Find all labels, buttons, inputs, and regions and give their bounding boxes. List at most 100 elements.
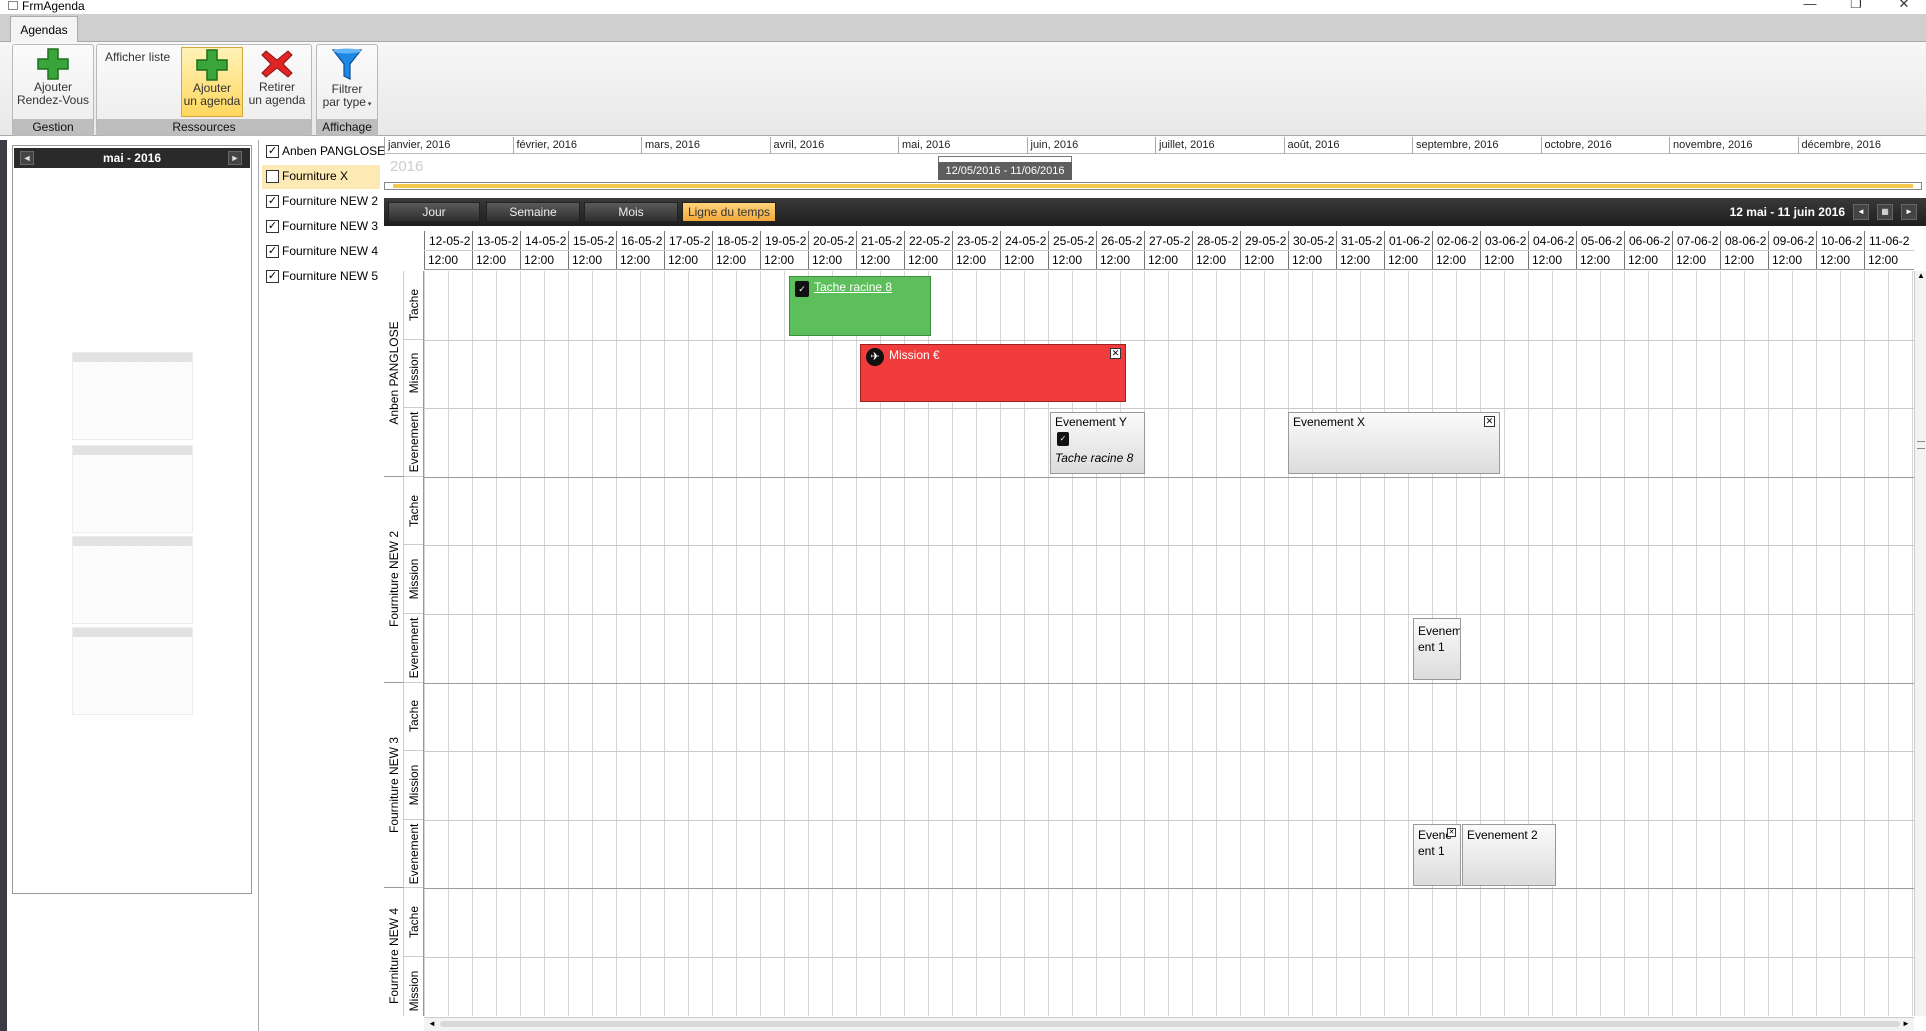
tab-agendas[interactable]: Agendas (10, 16, 78, 43)
grid-vertical-line (1144, 271, 1145, 1016)
month-cell[interactable]: mai, 2016 (898, 137, 1027, 154)
hour-header-cell: 12:00 (1528, 251, 1576, 269)
scroll-right-icon[interactable]: ► (1902, 1019, 1910, 1028)
month-cell[interactable]: février, 2016 (512, 137, 642, 154)
scroll-left-icon[interactable]: ◄ (428, 1019, 436, 1028)
month-cell[interactable]: août, 2016 (1283, 137, 1413, 154)
hour-header-cell: 12:00 (568, 251, 616, 269)
restore-button[interactable]: ❐ (1846, 0, 1866, 12)
month-cell[interactable]: juin, 2016 (1026, 137, 1156, 154)
appointment-evenement-x[interactable]: Evenement X ✕ (1288, 412, 1500, 474)
grid-vertical-line (1888, 271, 1889, 1016)
resource-checkbox[interactable]: ✓ (266, 195, 279, 208)
mini-month-calendar[interactable]: · · · · · · · · · · · · · · · · · · · · · · · · · · · · · · · · · · · · · · · ·… (72, 627, 193, 715)
calendar-picker-button[interactable]: ▦ (1877, 204, 1893, 220)
day-header-cell: 31-05-2 (1336, 231, 1384, 250)
mini-month-days: · · · · · · · · · · · · · · · · · · · · · · · · · · · · · · · · · · · · · · · ·… (79, 638, 186, 701)
add-icon (196, 49, 228, 81)
month-cell[interactable]: janvier, 2016 (384, 137, 513, 154)
appointment-title: Tache racine 8 (814, 280, 893, 294)
appointment-evenement-1[interactable]: Evenem ent 1 (1413, 618, 1461, 680)
type-row-label: Mission (404, 751, 423, 820)
day-header-cell: 04-06-2 (1528, 231, 1576, 250)
hour-header-cell: 12:00 (1096, 251, 1144, 269)
month-cell[interactable]: mars, 2016 (641, 137, 770, 154)
minimize-button[interactable]: — (1800, 0, 1820, 12)
view-ligne-du-temps-button[interactable]: Ligne du temps (682, 202, 776, 222)
grid-vertical-line (1336, 271, 1337, 1016)
appointment-evenement-1-fn3[interactable]: Evene ent 1 ✕ (1413, 824, 1461, 886)
view-semaine-button[interactable]: Semaine (486, 202, 580, 222)
airplane-icon: ✈ (866, 348, 884, 366)
appointment-evenement-y[interactable]: Evenement Y ✓ Tache racine 8 (1050, 412, 1145, 474)
grid-vertical-line (1792, 271, 1793, 1016)
add-agenda-button[interactable]: Ajouter un agenda (181, 47, 243, 117)
grid-vertical-line (472, 271, 473, 1016)
resource-item[interactable]: ✓ Anben PANGLOSE (262, 140, 385, 164)
day-header-cell: 19-05-2 (760, 231, 808, 250)
scroll-up-icon[interactable]: ▲ (1916, 271, 1926, 283)
vertical-scrollbar[interactable]: ▲ (1914, 271, 1926, 1016)
hour-header-cell: 12:00 (1624, 251, 1672, 269)
resource-checkbox[interactable]: ✓ (266, 220, 279, 233)
close-icon[interactable]: ✕ (1110, 348, 1121, 359)
appointment-mission[interactable]: ✈ Mission € ✕ (860, 344, 1126, 402)
mini-month-calendar[interactable]: · · · · · · · · · · · · · · · · · · · · · · · · · · · · · · · · · · · · · · · ·… (72, 536, 193, 624)
appointment-evenement-2[interactable]: Evenement 2 (1462, 824, 1556, 886)
month-timeline[interactable]: janvier, 2016 février, 2016 mars, 2016 avri… (384, 137, 1926, 154)
resource-item[interactable]: ✓ Fourniture NEW 4 (262, 240, 380, 264)
resource-item[interactable]: ✓ Fourniture NEW 5 (262, 265, 380, 289)
resource-label: Fourniture NEW 5 (282, 269, 379, 283)
grid-vertical-line (712, 271, 713, 1016)
resource-item[interactable]: ✓ Fourniture NEW 2 (262, 190, 380, 214)
mini-month-calendar[interactable]: · · · · · · · · · · · · · · · · · · · · · · · · · · · · · · · · · · · · · · · ·… (72, 445, 193, 533)
timeline-grid[interactable]: ✓ Tache racine 8 ✈ Mission € ✕ Evenement… (424, 271, 1914, 1016)
resource-row-label-text: Fourniture NEW 2 (386, 531, 401, 628)
resource-checkbox[interactable]: ✓ (266, 245, 279, 258)
grid-vertical-line (616, 271, 617, 1016)
timeline-scrollbar[interactable] (384, 182, 1922, 190)
timeline-scroll-thumb[interactable] (393, 184, 1913, 188)
resource-checkbox[interactable]: ✓ (266, 270, 279, 283)
grid-horizontal-line (424, 408, 1914, 410)
close-icon[interactable]: ✕ (1484, 416, 1495, 427)
month-cell[interactable]: novembre, 2016 (1669, 137, 1798, 154)
period-label: 12 mai - 11 juin 2016 (1729, 205, 1845, 219)
resource-item[interactable]: ✓ Fourniture NEW 3 (262, 215, 380, 239)
month-cell[interactable]: décembre, 2016 (1797, 137, 1926, 154)
next-month-button[interactable]: ► (228, 151, 242, 165)
type-row-label: Evenement (404, 614, 423, 683)
clipboard-icon: ✓ (1057, 432, 1069, 446)
view-jour-button[interactable]: Jour (388, 202, 480, 222)
grid-vertical-line (1552, 271, 1553, 1016)
type-row-label-text: Mission (407, 558, 421, 600)
horizontal-scrollbar[interactable]: ◄ ► (424, 1017, 1914, 1031)
close-icon[interactable]: ✕ (1447, 828, 1456, 837)
view-mois-button[interactable]: Mois (584, 202, 678, 222)
resource-checkbox[interactable]: ✓ (266, 145, 279, 158)
grid-horizontal-line (424, 339, 1914, 341)
horizontal-scroll-thumb[interactable] (440, 1021, 1900, 1027)
filter-by-type-button[interactable]: Filtrer par type ▾ (319, 47, 375, 117)
prev-period-button[interactable]: ◄ (1853, 204, 1869, 220)
day-header-cell: 05-06-2 (1576, 231, 1624, 250)
month-cell[interactable]: septembre, 2016 (1412, 137, 1541, 154)
next-period-button[interactable]: ► (1901, 204, 1917, 220)
add-appointment-button[interactable]: Ajouter Rendez-Vous (15, 47, 91, 117)
appointment-tache-racine-8[interactable]: ✓ Tache racine 8 (789, 276, 931, 336)
resource-checkbox[interactable] (266, 170, 279, 183)
month-cell[interactable]: juillet, 2016 (1155, 137, 1284, 154)
mini-month-calendar[interactable]: · · · · · · · · · · · · · · · · · · · · · · · · · · · · · · · · · · · · · · · ·… (72, 352, 193, 440)
hour-header-cell: 12:00 (760, 251, 808, 269)
close-button[interactable]: ✕ (1894, 0, 1914, 12)
scroll-grip-icon[interactable] (1917, 441, 1925, 449)
mini-month-header (73, 446, 192, 455)
frmagenda-window: { "window": {"title": "FrmAgenda", "mini… (0, 0, 1926, 1031)
month-cell[interactable]: octobre, 2016 (1540, 137, 1670, 154)
day-header-cell: 09-06-2 (1768, 231, 1816, 250)
grid-vertical-line (784, 271, 785, 1016)
resource-item[interactable]: Fourniture X (262, 165, 380, 189)
remove-agenda-button[interactable]: Retirer un agenda (245, 47, 309, 117)
month-cell[interactable]: avril, 2016 (769, 137, 899, 154)
show-list-button[interactable]: Afficher liste (105, 51, 175, 64)
